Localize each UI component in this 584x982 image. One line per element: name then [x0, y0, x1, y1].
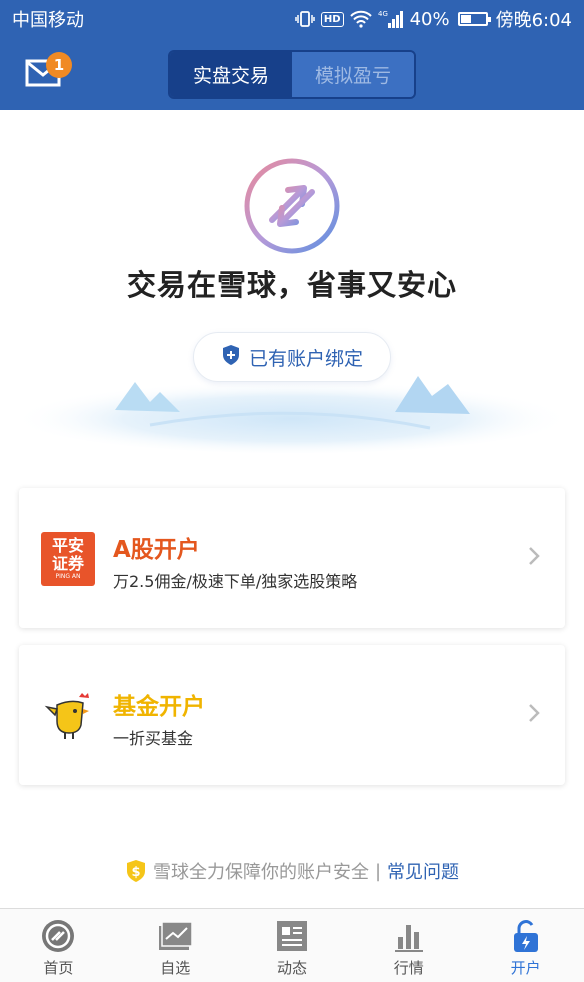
top-header: 1 实盘交易 模拟盈亏 [0, 38, 584, 110]
tab-simulated-pnl[interactable]: 模拟盈亏 [292, 52, 414, 97]
pingan-securities-logo: 平安 证券 PING AN [41, 532, 95, 586]
watchlist-chart-icon [155, 919, 195, 953]
card-description: 一折买基金 [113, 729, 194, 748]
carrier-name: 中国移动 [12, 10, 84, 31]
hd-voice-icon: HD [320, 11, 344, 27]
hero-slogan: 交易在雪球，省事又安心 [126, 268, 457, 302]
faq-link[interactable]: 常见问题 [387, 858, 459, 884]
bottom-tab-bar: 首页 自选 动态 行情 开户 [0, 908, 584, 982]
battery-icon [457, 12, 491, 26]
chevron-right-icon [527, 701, 541, 725]
security-text: 雪球全力保障你的账户安全 [152, 862, 369, 883]
fund-account-card[interactable]: 基金开户 一折买基金 [19, 645, 565, 785]
tab-label: 首页 [43, 959, 74, 977]
feed-icon [272, 919, 312, 953]
network-type: 4G [378, 10, 388, 18]
tab-watchlist[interactable]: 自选 [117, 909, 234, 982]
unread-badge: 1 [46, 52, 72, 78]
logo-text-bottom: 证券 [51, 554, 84, 573]
svg-text:$: $ [131, 865, 140, 880]
tab-label: 开户 [510, 959, 541, 977]
tab-label: 动态 [276, 959, 307, 977]
vibrate-icon [295, 10, 315, 28]
status-bar: 中国移动 HD 4G 40% 傍晚6:04 [0, 0, 584, 38]
card-title: 基金开户 [113, 694, 205, 720]
mountain-decoration [12, 376, 572, 453]
signal-icon: 4G [378, 9, 404, 29]
tab-market[interactable]: 行情 [350, 909, 467, 982]
trade-mode-switch: 实盘交易 模拟盈亏 [168, 50, 416, 99]
wifi-icon [349, 10, 372, 28]
snowball-home-icon [38, 919, 78, 953]
snowball-exchange-logo-icon [242, 156, 342, 256]
bind-button-label: 已有账户绑定 [248, 347, 363, 370]
unlock-icon [506, 919, 546, 953]
market-bars-icon [389, 919, 429, 953]
security-notice: $ 雪球全力保障你的账户安全 | 常见问题 [0, 858, 584, 884]
battery-level [460, 15, 471, 23]
logo-text-top: 平安 [51, 536, 84, 555]
shield-plus-icon [221, 344, 241, 371]
status-icons: HD 4G 40% 傍晚6:04 [295, 6, 572, 32]
tab-real-trading[interactable]: 实盘交易 [170, 52, 292, 97]
card-title: A股开户 [113, 537, 200, 563]
tab-open-account[interactable]: 开户 [467, 909, 584, 982]
clock: 傍晚6:04 [495, 10, 572, 31]
tab-feed[interactable]: 动态 [234, 909, 351, 982]
a-share-account-card[interactable]: 平安 证券 PING AN A股开户 万2.5佣金/极速下单/独家选股策略 [19, 488, 565, 628]
tab-label: 行情 [393, 959, 424, 977]
card-description: 万2.5佣金/极速下单/独家选股策略 [113, 572, 358, 591]
chevron-right-icon [527, 544, 541, 568]
fund-chicken-mascot-icon [41, 689, 95, 743]
battery-percent: 40% [409, 8, 450, 30]
separator: | [374, 860, 382, 882]
dollar-shield-icon: $ [125, 859, 147, 883]
tab-home[interactable]: 首页 [0, 909, 117, 982]
bind-existing-account-button[interactable]: 已有账户绑定 [193, 332, 391, 382]
tab-label: 自选 [160, 959, 191, 977]
logo-sub-text: PING AN [55, 573, 81, 580]
